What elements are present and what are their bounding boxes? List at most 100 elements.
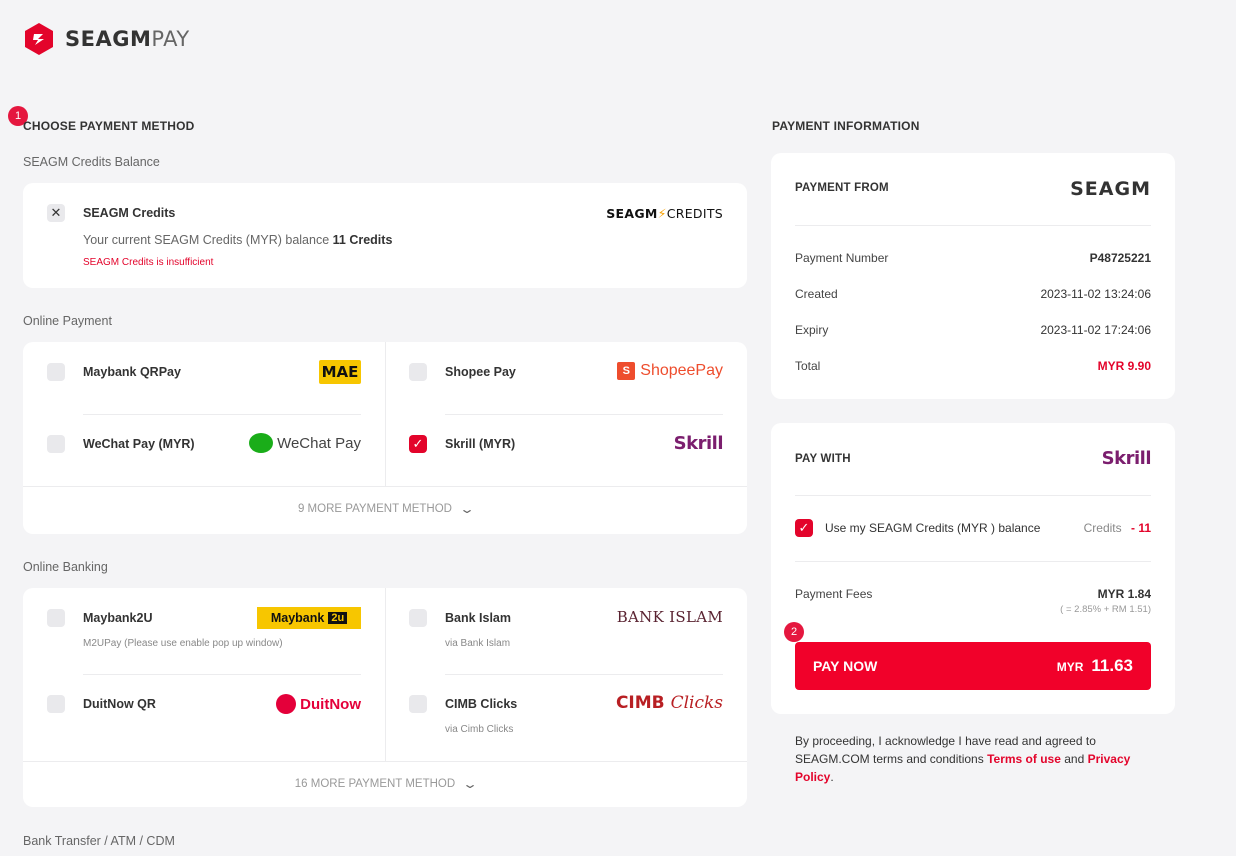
more-online-banking-label: 16 MORE PAYMENT METHOD <box>294 778 456 790</box>
checkmark-icon: ✓ <box>412 436 424 451</box>
online-payment-label: Online Payment <box>23 314 112 328</box>
credits-balance-label: SEAGM Credits Balance <box>23 155 160 169</box>
terms-of-use-link[interactable]: Terms of use <box>987 752 1061 766</box>
shopee-pay-checkbox[interactable] <box>409 363 427 381</box>
more-online-payment-toggle[interactable]: 9 MORE PAYMENT METHOD ⌄ <box>23 502 747 516</box>
balance-value: 11 Credits <box>332 233 393 247</box>
use-credits-label: Use my SEAGM Credits (MYR ) balance <box>825 521 1041 535</box>
cimb-name: CIMB Clicks <box>445 697 518 711</box>
mae-logo: MAE <box>319 360 361 384</box>
payment-from-card: PAYMENT FROM SEAGM Payment Number P48725… <box>771 153 1175 399</box>
duitnow-name: DuitNow QR <box>83 697 156 711</box>
expiry-row: Expiry 2023-11-02 17:24:06 <box>795 323 1151 337</box>
payment-information-title: PAYMENT INFORMATION <box>772 119 920 133</box>
chevron-down-icon: ⌄ <box>462 777 479 791</box>
duitnow-checkbox[interactable] <box>47 695 65 713</box>
total-value: MYR 9.90 <box>1097 359 1151 373</box>
payment-fees-note: ( = 2.85% + RM 1.51) <box>1060 604 1151 615</box>
wechat-pay-name: WeChat Pay (MYR) <box>83 437 195 451</box>
expiry-label: Expiry <box>795 323 829 337</box>
payment-number-row: Payment Number P48725221 <box>795 251 1151 265</box>
credits-deduction-value: - 11 <box>1130 521 1151 535</box>
credits-deduction-label: Credits <box>1083 521 1122 535</box>
pay-now-button[interactable]: PAY NOW MYR 11.63 <box>795 642 1151 690</box>
created-label: Created <box>795 287 838 301</box>
cimb-checkbox[interactable] <box>409 695 427 713</box>
method-shopee-pay[interactable]: Shopee Pay S ShopeePay <box>385 342 747 414</box>
bank-islam-name: Bank Islam <box>445 611 512 625</box>
skrill-name: Skrill (MYR) <box>445 437 516 451</box>
online-banking-card: Maybank2U M2UPay (Please use enable pop … <box>23 588 747 807</box>
total-label: Total <box>795 359 821 373</box>
balance-prefix: Your current SEAGM Credits (MYR) balance <box>83 233 330 247</box>
duitnow-logo: DuitNow <box>276 694 361 714</box>
shopee-bag-icon: S <box>617 362 636 380</box>
method-skrill[interactable]: ✓ Skrill (MYR) Skrill <box>385 414 747 486</box>
seagm-logo-icon <box>25 23 53 55</box>
pay-now-value: 11.63 <box>1091 656 1133 675</box>
created-row: Created 2023-11-02 13:24:06 <box>795 287 1151 301</box>
pay-now-label: PAY NOW <box>813 658 878 674</box>
payment-fees-label: Payment Fees <box>795 587 873 601</box>
payment-fees-row: Payment Fees MYR 1.84 <box>795 587 1151 601</box>
method-duitnow-qr[interactable]: DuitNow QR DuitNow <box>23 674 385 761</box>
skrill-logo: Skrill <box>1101 448 1152 469</box>
bank-transfer-label: Bank Transfer / ATM / CDM <box>23 834 175 848</box>
pay-with-card: PAY WITH Skrill ✓ Use my SEAGM Credits (… <box>771 423 1175 714</box>
shopeepay-logo: S ShopeePay <box>617 362 723 380</box>
maybank-qrpay-checkbox[interactable] <box>47 363 65 381</box>
bolt-icon: ⚡ <box>657 206 667 221</box>
wechat-pay-checkbox[interactable] <box>47 435 65 453</box>
seagm-pay-logo[interactable]: SEAGMPAY <box>23 22 190 56</box>
credits-deduction: Credits - 11 <box>1084 521 1151 535</box>
method-maybank2u[interactable]: Maybank2U M2UPay (Please use enable pop … <box>23 588 385 674</box>
total-row: Total MYR 9.90 <box>795 359 1151 373</box>
shopee-pay-name: Shopee Pay <box>445 365 516 379</box>
credits-balance-text: Your current SEAGM Credits (MYR) balance… <box>83 233 392 247</box>
step-badge-2: 2 <box>784 622 804 642</box>
maybank-qrpay-name: Maybank QRPay <box>83 365 181 379</box>
bank-islam-sub: via Bank Islam <box>445 638 511 649</box>
more-online-payment-label: 9 MORE PAYMENT METHOD <box>297 503 452 515</box>
maybank2u-checkbox[interactable] <box>47 609 65 627</box>
seagm-logo: SEAGM <box>1070 178 1151 200</box>
wechat-bubble-icon <box>249 433 274 453</box>
legal-and: and <box>1064 752 1085 766</box>
method-cimb-clicks[interactable]: CIMB Clicks via Cimb Clicks CIMB Clicks <box>385 674 747 761</box>
seagm-credits-name: SEAGM Credits <box>83 206 176 220</box>
method-bank-islam[interactable]: Bank Islam via Bank Islam BANK ISLAM <box>385 588 747 674</box>
seagm-credits-logo: SEAGM⚡CREDITS <box>606 206 723 221</box>
wechat-pay-logo: WeChat Pay <box>249 433 361 453</box>
maybank2u-logo: Maybank 2u <box>257 607 361 629</box>
online-banking-label: Online Banking <box>23 560 108 574</box>
seagm-credits-checkbox[interactable]: ✕ <box>47 204 65 222</box>
duitnow-icon <box>276 694 297 714</box>
credits-error: SEAGM Credits is insufficient <box>83 257 214 268</box>
cimb-sub: via Cimb Clicks <box>445 724 514 735</box>
expiry-value: 2023-11-02 17:24:06 <box>1040 323 1151 337</box>
checkmark-icon: ✓ <box>798 520 810 535</box>
payment-number-label: Payment Number <box>795 251 889 265</box>
created-value: 2023-11-02 13:24:06 <box>1040 287 1151 301</box>
cimb-clicks-logo: CIMB Clicks <box>615 693 723 713</box>
payment-number-value: P48725221 <box>1089 251 1151 265</box>
pay-now-amount: MYR 11.63 <box>1057 656 1133 676</box>
legal-end: . <box>830 770 834 784</box>
method-maybank-qrpay[interactable]: Maybank QRPay MAE <box>23 342 385 414</box>
method-wechat-pay[interactable]: WeChat Pay (MYR) WeChat Pay <box>23 414 385 486</box>
logo-text: SEAGMPAY <box>65 27 190 51</box>
bank-islam-logo: BANK ISLAM <box>616 608 723 626</box>
payment-fees-value: MYR 1.84 <box>1097 587 1151 601</box>
payment-from-title: PAYMENT FROM <box>795 182 889 194</box>
maybank2u-sub: M2UPay (Please use enable pop up window) <box>83 638 283 649</box>
seagm-credits-card: ✕ SEAGM Credits Your current SEAGM Credi… <box>23 183 747 288</box>
skrill-checkbox[interactable]: ✓ <box>409 435 427 453</box>
bank-islam-checkbox[interactable] <box>409 609 427 627</box>
chevron-down-icon: ⌄ <box>458 502 476 516</box>
use-credits-checkbox[interactable]: ✓ <box>795 519 813 537</box>
close-icon: ✕ <box>50 205 62 220</box>
pay-now-currency: MYR <box>1056 660 1084 674</box>
maybank2u-name: Maybank2U <box>83 611 153 625</box>
choose-payment-title: CHOOSE PAYMENT METHOD <box>23 119 195 133</box>
more-online-banking-toggle[interactable]: 16 MORE PAYMENT METHOD ⌄ <box>23 777 747 791</box>
